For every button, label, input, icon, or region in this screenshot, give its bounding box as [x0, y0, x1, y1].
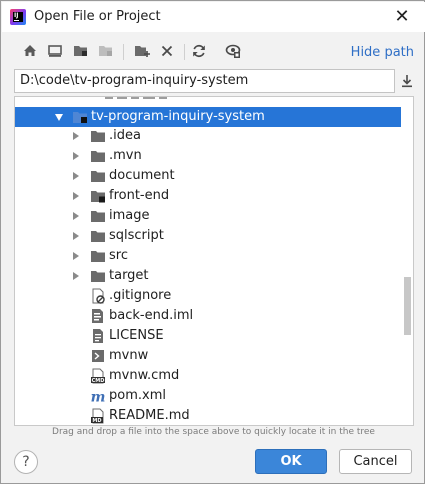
module-folder-icon	[99, 46, 112, 56]
home-icon	[24, 45, 36, 56]
tree-row-idea[interactable]: .idea	[15, 126, 401, 146]
folder-icon	[91, 231, 105, 242]
tree-row-gitignore[interactable]: .gitignore	[15, 286, 401, 306]
toolbar-separator	[123, 44, 124, 60]
cancel-button[interactable]: Cancel	[339, 449, 412, 474]
scrollbar-thumb[interactable]	[404, 277, 411, 335]
collapsed-arrow-icon[interactable]	[73, 192, 79, 200]
tree-row-pom-xml[interactable]: m pom.xml	[15, 386, 401, 406]
cmd-file-icon: CMD	[91, 368, 105, 384]
tree-row-target[interactable]: target	[15, 266, 401, 286]
tree-row-label: mvnw	[109, 348, 149, 363]
tree-row-label: front-end	[109, 188, 170, 203]
maven-file-icon: m	[91, 390, 106, 405]
home-directory-button[interactable]	[20, 41, 40, 61]
collapsed-arrow-icon[interactable]	[73, 212, 79, 220]
dialog-title: Open File or Project	[34, 9, 161, 24]
expanded-arrow-icon[interactable]	[55, 114, 63, 121]
tree-row-readme-md[interactable]: MD README.md	[15, 406, 401, 425]
desktop-icon	[48, 45, 62, 57]
folder-icon	[91, 151, 105, 162]
drag-drop-hint: Drag and drop a file into the space abov…	[52, 427, 375, 437]
tree-row-mvnw[interactable]: mvnw	[15, 346, 401, 366]
tree-row-label: image	[109, 208, 150, 223]
tree-row-mvnw-cmd[interactable]: CMD mvnw.cmd	[15, 366, 401, 386]
collapsed-arrow-icon[interactable]	[73, 172, 79, 180]
tree-row-sqlscript[interactable]: sqlscript	[15, 226, 401, 246]
tree-row-license[interactable]: LICENSE	[15, 326, 401, 346]
iml-file-icon	[92, 309, 103, 323]
title-bar: IJ Open File or Project ✕	[2, 2, 425, 32]
tree-row-back-end-iml[interactable]: back-end.iml	[15, 306, 401, 326]
tree-row-label: LICENSE	[109, 328, 164, 343]
new-folder-icon	[135, 46, 150, 57]
intellij-idea-icon: IJ	[10, 9, 26, 25]
markdown-file-icon: MD	[91, 408, 104, 424]
ok-button[interactable]: OK	[255, 449, 327, 474]
collapsed-arrow-icon[interactable]	[73, 252, 79, 260]
folder-icon	[91, 131, 105, 142]
tree-scrollbar[interactable]	[402, 97, 413, 425]
folder-icon	[91, 171, 105, 182]
tree-row-label: sqlscript	[109, 228, 164, 243]
help-button[interactable]: ?	[14, 450, 38, 474]
project-directory-button[interactable]	[71, 41, 91, 61]
refresh-button[interactable]	[189, 41, 209, 61]
svg-text:MD: MD	[92, 418, 101, 424]
project-folder-icon	[74, 46, 87, 56]
file-tree[interactable]: tv-program-inquiry-system .idea .mvn doc…	[14, 96, 414, 426]
collapsed-arrow-icon[interactable]	[73, 152, 79, 160]
desktop-directory-button[interactable]	[45, 41, 65, 61]
tree-row-front-end[interactable]: front-end	[15, 186, 401, 206]
tree-row-label: pom.xml	[109, 388, 166, 403]
open-file-dialog: IJ Open File or Project ✕ Hide path D:\c…	[0, 0, 425, 484]
hide-path-link[interactable]: Hide path	[351, 45, 414, 60]
tree-row-image[interactable]: image	[15, 206, 401, 226]
tree-row-label: document	[109, 168, 175, 183]
tree-row-label: src	[109, 248, 128, 263]
svg-text:m: m	[91, 390, 106, 405]
tree-row-document[interactable]: document	[15, 166, 401, 186]
module-folder-icon	[91, 191, 105, 203]
toolbar-separator	[184, 44, 185, 60]
folder-icon	[91, 271, 105, 282]
module-directory-button[interactable]	[96, 41, 116, 61]
gitignore-file-icon	[92, 288, 105, 304]
partial-tree-row	[103, 97, 173, 101]
refresh-icon	[193, 44, 205, 58]
project-folder-icon	[73, 112, 87, 123]
new-folder-button[interactable]	[132, 41, 152, 61]
delete-x-icon	[161, 45, 173, 57]
tree-row-label: mvnw.cmd	[109, 368, 180, 383]
tree-row-src[interactable]: src	[15, 246, 401, 266]
tree-row-label: .mvn	[109, 148, 142, 163]
collapsed-arrow-icon[interactable]	[73, 132, 79, 140]
tree-row-mvn[interactable]: .mvn	[15, 146, 401, 166]
collapsed-arrow-icon[interactable]	[73, 272, 79, 280]
tree-row-label: README.md	[109, 408, 190, 423]
show-hidden-icon	[225, 44, 241, 58]
folder-icon	[91, 251, 105, 262]
tree-row-label: back-end.iml	[109, 308, 194, 323]
tree-row-label: tv-program-inquiry-system	[91, 109, 265, 124]
show-hidden-button[interactable]	[223, 41, 243, 61]
collapsed-arrow-icon[interactable]	[73, 232, 79, 240]
toolbar: Hide path	[2, 37, 425, 67]
tree-row-root[interactable]: tv-program-inquiry-system	[15, 107, 401, 127]
text-file-icon	[93, 329, 103, 343]
tree-row-label: .idea	[109, 128, 141, 143]
folder-icon	[91, 211, 105, 222]
tree-row-label: .gitignore	[109, 288, 172, 303]
download-icon[interactable]	[399, 73, 415, 89]
close-icon[interactable]: ✕	[391, 6, 413, 28]
delete-button[interactable]	[157, 41, 177, 61]
shell-file-icon	[92, 350, 104, 362]
tree-row-label: target	[109, 268, 149, 283]
path-input[interactable]: D:\code\tv-program-inquiry-system	[14, 69, 395, 93]
svg-text:CMD: CMD	[92, 378, 105, 384]
